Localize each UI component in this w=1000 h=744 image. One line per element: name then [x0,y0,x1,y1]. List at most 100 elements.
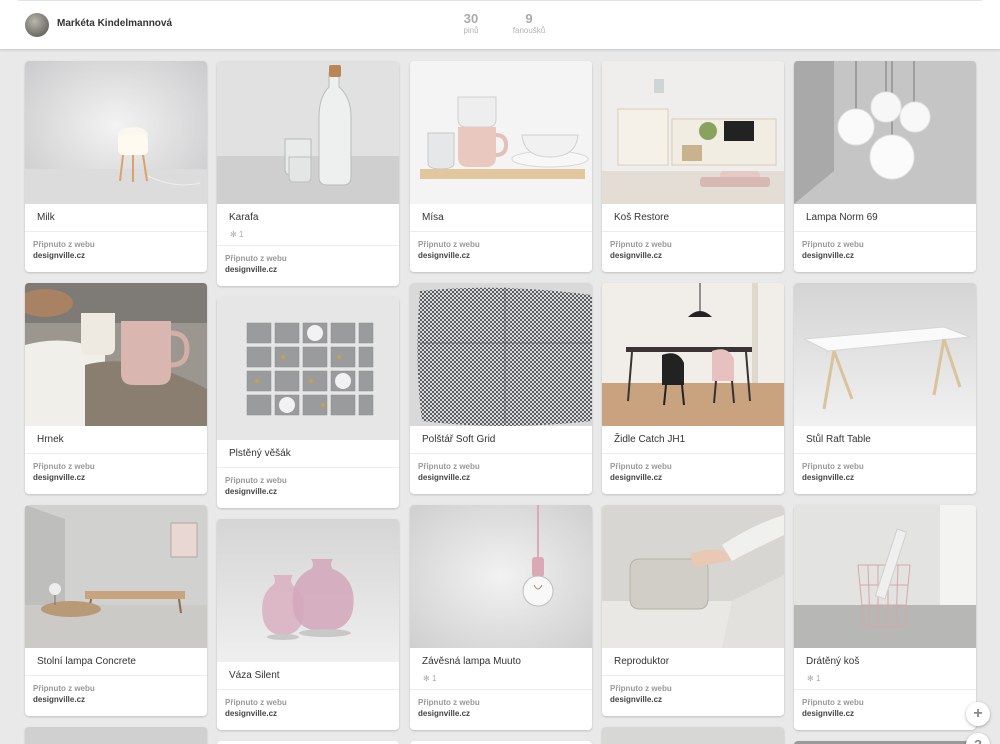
table-lamp-photo [25,61,207,204]
pin-title: Plstěný věšák [217,440,399,468]
pin-title: Váza Silent [217,662,399,690]
pin-source-site[interactable]: designville.cz [225,486,391,497]
daybed-room-photo [25,505,207,648]
pin-card[interactable]: Milk Připnuto z webu designville.cz [25,61,207,272]
stat-pins-count: 30 [463,11,479,26]
pin-source-site[interactable]: designville.cz [610,694,776,705]
header-divider [18,0,982,1]
pin-source[interactable]: Připnuto z webu designville.cz [25,232,207,272]
pin-source-site[interactable]: designville.cz [225,708,391,719]
pin-card[interactable]: Stůl Raft Table Připnuto z webu designvi… [794,283,976,494]
pin-source[interactable]: Připnuto z webu designville.cz [602,676,784,716]
pin-source[interactable]: Připnuto z webu designville.cz [217,690,399,730]
stat-pins-label: pinů [463,26,479,35]
pin-card[interactable]: Karafa ✻ 1 Připnuto z webu designville.c… [217,61,399,286]
pin-source-label: Připnuto z webu [418,698,480,707]
pin-source-site[interactable]: designville.cz [33,694,199,705]
pin-title: Židle Catch JH1 [602,426,784,454]
add-button[interactable]: + [966,702,990,726]
pin-title: Milk [25,204,207,232]
pin-source-site[interactable]: designville.cz [610,250,776,261]
pin-source-site[interactable]: designville.cz [802,250,968,261]
pin-source-site[interactable]: designville.cz [610,472,776,483]
speaker-photo [602,505,784,648]
pin-title: Hrnek [25,426,207,454]
pin-title: Závěsná lampa Muuto ✻ 1 [410,648,592,690]
pin-card[interactable]: Koš Restore Připnuto z webu designville.… [602,61,784,272]
pin-source-site[interactable]: designville.cz [418,708,584,719]
pin-source[interactable]: Připnuto z webu designville.cz [25,454,207,494]
pin-title: Drátěný koš ✻ 1 [794,648,976,690]
pin-source-site[interactable]: designville.cz [33,472,199,483]
profile-header: Markéta Kindelmannová 30 pinů 9 fanoušků [0,0,1000,50]
pin-source-site[interactable]: designville.cz [802,708,968,719]
pin-source-site[interactable]: designville.cz [418,472,584,483]
pin-card[interactable]: Mísa Připnuto z webu designville.cz [410,61,592,272]
pin-source[interactable]: Připnuto z webu designville.cz [217,468,399,508]
pin-source-label: Připnuto z webu [225,698,287,707]
pin-likes-count: 1 [431,674,437,683]
pin-source[interactable]: Připnuto z webu designville.cz [25,676,207,716]
pin-likes-count: 1 [815,674,821,683]
stat-fans[interactable]: 9 fanoušků [507,11,551,36]
pin-source-label: Připnuto z webu [418,462,480,471]
pin-source-site[interactable]: designville.cz [225,264,391,275]
stat-pins[interactable]: 30 pinů [455,11,487,36]
pin-title: Reproduktor [602,648,784,676]
pin-source-label: Připnuto z webu [610,684,672,693]
dining-room-photo [602,283,784,426]
pin-source[interactable]: Připnuto z webu designville.cz [410,232,592,272]
pin-source-label: Připnuto z webu [225,254,287,263]
profile-name[interactable]: Markéta Kindelmannová [57,18,172,29]
stat-fans-count: 9 [525,11,533,26]
pin-source-label: Připnuto z webu [802,240,864,249]
pin-likes[interactable]: ✻ 1 [230,230,243,239]
pin-title-text: Drátěný koš [806,656,860,667]
pin-card[interactable]: Reproduktor Připnuto z webu designville.… [602,505,784,716]
pin-card[interactable]: Stolní lampa Concrete Připnuto z webu de… [25,505,207,716]
pin-card[interactable]: Závěsná lampa Muuto ✻ 1 Připnuto z webu … [410,505,592,730]
bowls-mugs-photo [410,61,592,204]
stat-fans-label: fanoušků [512,26,546,35]
bulb-lamp-photo [410,505,592,648]
felt-hanger-photo [217,297,399,440]
pin-source-site[interactable]: designville.cz [802,472,968,483]
pin-source[interactable]: Připnuto z webu designville.cz [217,246,399,286]
question-icon: ? [974,737,982,744]
pin-title: Stůl Raft Table [794,426,976,454]
pendant-lamps-photo [794,61,976,204]
avatar[interactable] [25,13,49,37]
pin-source-site[interactable]: designville.cz [33,250,199,261]
pin-likes[interactable]: ✻ 1 [423,674,436,683]
mug-photo [25,283,207,426]
pin-source[interactable]: Připnuto z webu designville.cz [794,690,976,730]
pin-source-label: Připnuto z webu [33,684,95,693]
pin-source[interactable]: Připnuto z webu designville.cz [410,454,592,494]
pin-source-label: Připnuto z webu [33,462,95,471]
pin-source[interactable]: Připnuto z webu designville.cz [602,232,784,272]
pin-card[interactable]: Váza Silent Připnuto z webu designville.… [217,519,399,730]
pin-card[interactable]: Lampa Norm 69 Připnuto z webu designvill… [794,61,976,272]
pin-likes[interactable]: ✻ 1 [807,674,820,683]
pin-card[interactable]: Drátěný koš ✻ 1 Připnuto z webu designvi… [794,505,976,730]
pin-title: Karafa ✻ 1 [217,204,399,246]
pin-card[interactable]: Hrnek Připnuto z webu designville.cz [25,283,207,494]
pin-source[interactable]: Připnuto z webu designville.cz [794,454,976,494]
wire-basket-photo [794,505,976,648]
help-button[interactable]: ? [966,733,990,744]
pin-title: Polštář Soft Grid [410,426,592,454]
pin-source-site[interactable]: designville.cz [418,250,584,261]
pin-card[interactable]: Židle Catch JH1 Připnuto z webu designvi… [602,283,784,494]
pin-card[interactable]: Polštář Soft Grid Připnuto z webu design… [410,283,592,494]
table-photo [794,283,976,426]
pin-title-text: Závěsná lampa Muuto [422,656,521,667]
pin-card[interactable]: Plstěný věšák Připnuto z webu designvill… [217,297,399,508]
pin-source[interactable]: Připnuto z webu designville.cz [602,454,784,494]
pin-card-partial[interactable] [602,727,784,744]
pin-source[interactable]: Připnuto z webu designville.cz [410,690,592,730]
pin-source-label: Připnuto z webu [610,240,672,249]
pin-title: Stolní lampa Concrete [25,648,207,676]
pin-source[interactable]: Připnuto z webu designville.cz [794,232,976,272]
pin-card-partial[interactable] [25,727,207,744]
pin-title: Mísa [410,204,592,232]
